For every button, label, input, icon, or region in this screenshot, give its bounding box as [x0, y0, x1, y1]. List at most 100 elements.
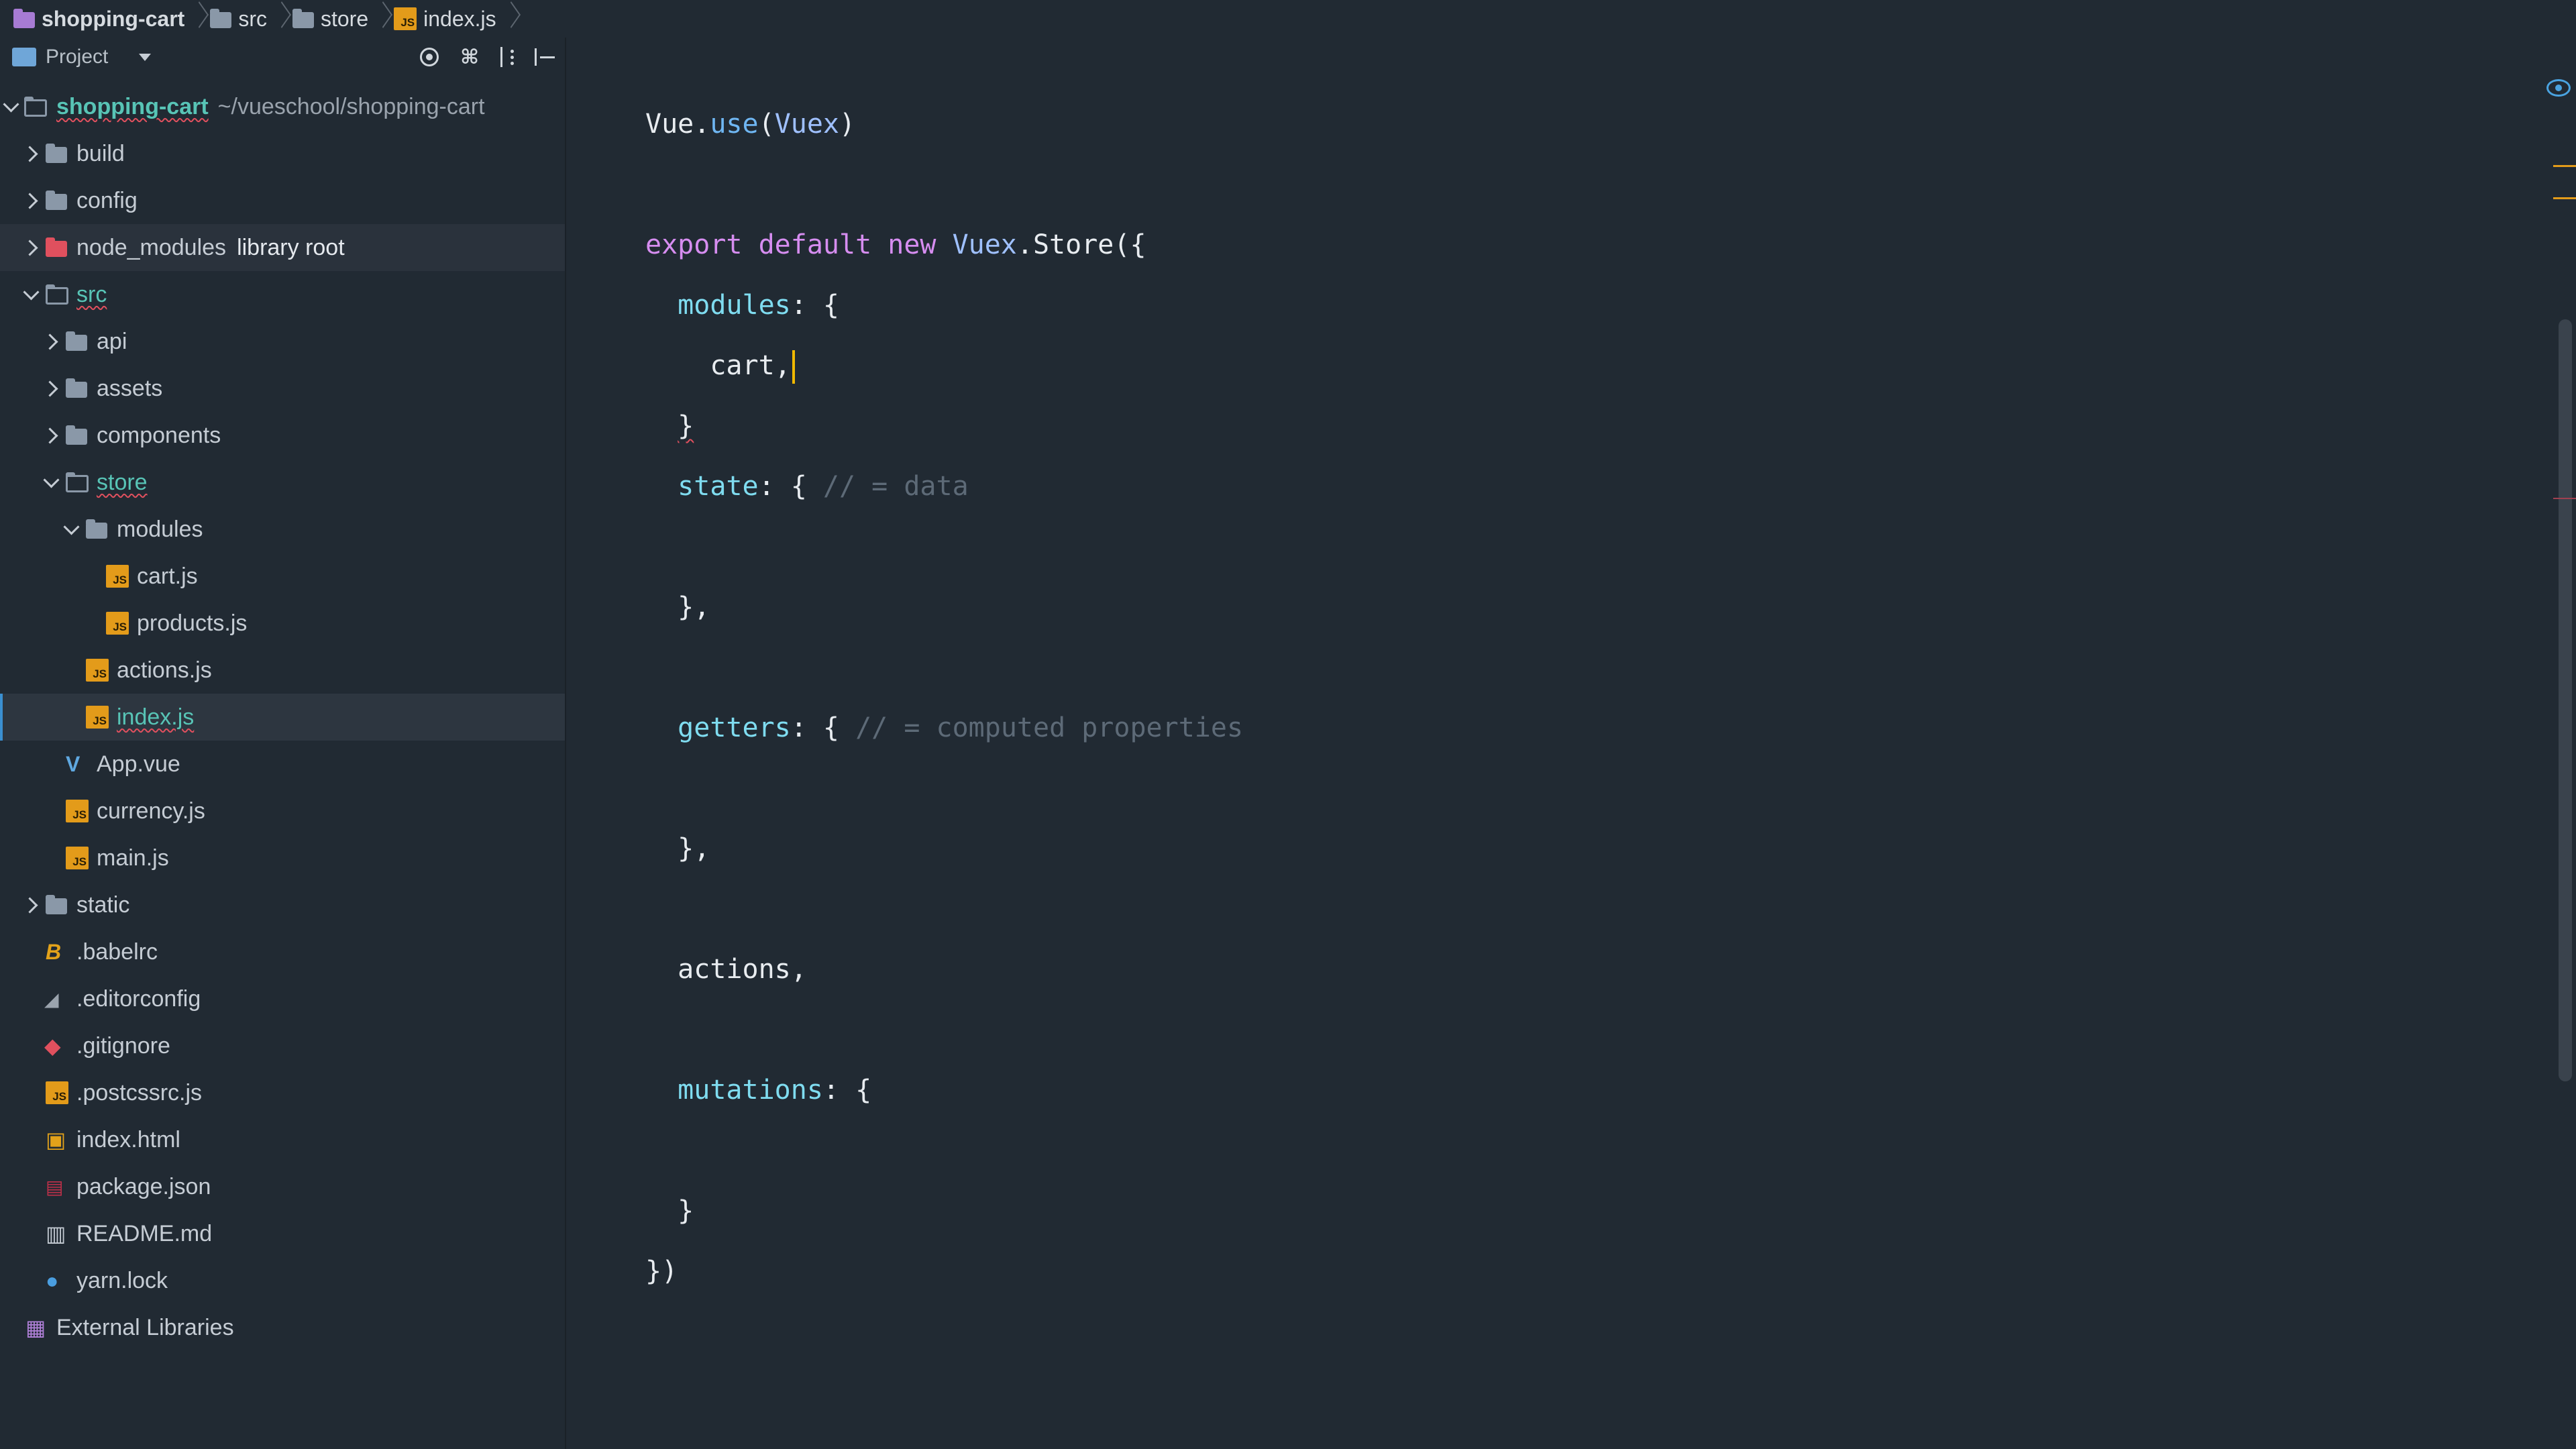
tree-item-label: actions.js [117, 657, 212, 683]
chevron-right-icon[interactable] [21, 145, 38, 162]
tree-item-index-html[interactable]: ▣ index.html [0, 1116, 565, 1163]
code-token: actions, [678, 954, 807, 985]
code-editor[interactable]: Vue.use(Vuex) export default new Vuex.St… [566, 38, 2576, 1449]
hide-panel-button[interactable] [533, 45, 557, 69]
tree-item-name: index.js [117, 704, 195, 730]
chevron-down-icon[interactable] [63, 518, 80, 535]
tree-item-products-js[interactable]: products.js [0, 600, 565, 647]
tree-item-components[interactable]: components [0, 412, 565, 459]
code-token: export default new [645, 229, 953, 260]
tree-item-label: package.json [76, 1173, 211, 1199]
tree-item-name: src [76, 281, 107, 307]
hide-icon [535, 48, 555, 66]
code-line-9: }, [645, 818, 1243, 879]
chevron-right-icon[interactable] [42, 427, 58, 444]
eye-icon[interactable] [2546, 79, 2571, 97]
tree-item-label: .babelrc [76, 938, 158, 965]
js-file-icon [66, 847, 89, 869]
html-file-icon: ▣ [46, 1128, 66, 1152]
tree-item-app-vue[interactable]: V App.vue [0, 741, 565, 788]
vertical-scrollbar[interactable] [2559, 319, 2572, 1081]
tree-item-label: main.js [97, 845, 169, 871]
project-folder-icon [24, 97, 47, 117]
text-cursor [792, 350, 795, 384]
breadcrumb-item-store[interactable]: store [292, 0, 368, 38]
tree-item-assets[interactable]: assets [0, 365, 565, 412]
code-token: getters [678, 712, 791, 743]
js-file-icon [86, 706, 109, 729]
project-view-dropdown[interactable]: Project [12, 46, 152, 68]
chevron-right-icon[interactable] [21, 896, 38, 914]
tree-item-name: node_modules [76, 234, 227, 260]
error-marker[interactable] [2553, 498, 2576, 499]
code-line-2: export default new Vuex.Store({ [645, 215, 1243, 275]
tree-root-path: ~/vueschool/shopping-cart [217, 93, 485, 119]
tree-item-node-modules[interactable]: node_modules library root [0, 224, 565, 271]
code-area[interactable]: Vue.use(Vuex) export default new Vuex.St… [645, 94, 1243, 1301]
warning-marker[interactable] [2553, 165, 2576, 167]
tree-item-label: .postcssrc.js [76, 1079, 203, 1106]
tree-item-cart-js[interactable]: cart.js [0, 553, 565, 600]
babel-file-icon: B [46, 939, 62, 964]
chevron-right-icon[interactable] [21, 239, 38, 256]
locate-file-button[interactable] [417, 45, 441, 69]
code-line-11: mutations: { [645, 1060, 1243, 1120]
breadcrumb-item-src[interactable]: src [210, 0, 267, 38]
tree-item-label: node_modules library root [76, 235, 345, 261]
code-line-12: } [645, 1181, 1243, 1241]
tree-item-external-libraries[interactable]: ▦ External Libraries [0, 1304, 565, 1351]
folder-icon [46, 191, 67, 210]
chevron-down-icon[interactable] [3, 95, 19, 113]
tree-item-babelrc[interactable]: B .babelrc [0, 928, 565, 975]
chevron-down-icon[interactable] [23, 283, 40, 301]
library-folder-icon [46, 237, 67, 257]
tree-item-actions-js[interactable]: actions.js [0, 647, 565, 694]
tree-item-currency-js[interactable]: currency.js [0, 788, 565, 835]
tree-item-label: currency.js [97, 798, 205, 824]
tree-item-label: modules [117, 516, 203, 542]
code-line-1: Vue.use(Vuex) [645, 94, 1243, 154]
npm-file-icon: ▤ [46, 1176, 64, 1197]
tree-item-package-json[interactable]: ▤ package.json [0, 1163, 565, 1210]
tree-item-index-js[interactable]: index.js [0, 694, 565, 741]
breadcrumb-item-index[interactable]: index.js [394, 0, 496, 38]
warning-marker[interactable] [2553, 197, 2576, 199]
tree-item-build[interactable]: build [0, 130, 565, 177]
tree-item-shopping-cart[interactable]: shopping-cart ~/vueschool/shopping-cart [0, 83, 565, 130]
tree-item-editorconfig[interactable]: ◢ .editorconfig [0, 975, 565, 1022]
breadcrumb-item-project[interactable]: shopping-cart [13, 0, 184, 38]
yarn-file-icon: ● [46, 1268, 59, 1293]
tree-item-src[interactable]: src [0, 271, 565, 318]
tree-item-readme-md[interactable]: ▥ README.md [0, 1210, 565, 1257]
tree-item-config[interactable]: config [0, 177, 565, 224]
breadcrumb-separator-icon [375, 0, 387, 38]
tree-root-name: shopping-cart [56, 93, 209, 119]
code-token: cart, [710, 350, 791, 381]
tree-item-modules[interactable]: modules [0, 506, 565, 553]
code-line-3: modules: { [645, 275, 1243, 335]
tree-item-yarn-lock[interactable]: ● yarn.lock [0, 1257, 565, 1304]
code-token: Vue [645, 109, 694, 140]
options-button[interactable] [498, 45, 517, 69]
js-file-icon [46, 1081, 68, 1104]
tree-item-api[interactable]: api [0, 318, 565, 365]
chevron-right-icon[interactable] [42, 380, 58, 397]
target-icon [420, 48, 439, 66]
js-file-icon [86, 659, 109, 682]
chevron-down-icon[interactable] [43, 471, 60, 488]
tree-item-store[interactable]: store [0, 459, 565, 506]
breadcrumb-label: shopping-cart [42, 6, 185, 31]
code-line-13: }) [645, 1241, 1243, 1301]
library-root-badge: library root [237, 234, 345, 260]
tree-item-static[interactable]: static [0, 881, 565, 928]
tree-item-main-js[interactable]: main.js [0, 835, 565, 881]
tree-item-gitignore[interactable]: ◆ .gitignore [0, 1022, 565, 1069]
tree-item-postcssrc-js[interactable]: .postcssrc.js [0, 1069, 565, 1116]
collapse-all-button[interactable]: ⌘ [458, 45, 482, 69]
chevron-right-icon[interactable] [21, 192, 38, 209]
chevron-right-icon[interactable] [42, 333, 58, 350]
tree-item-label: cart.js [137, 563, 198, 589]
